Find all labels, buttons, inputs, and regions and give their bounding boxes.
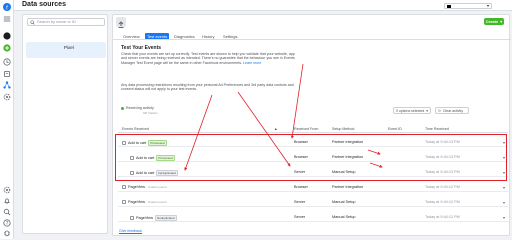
search-input[interactable]: Search by name or ID: [27, 18, 105, 26]
gear-icon[interactable]: [3, 186, 11, 194]
received-from-cell: Server: [294, 200, 306, 204]
search-icon: [30, 20, 35, 25]
clear-icon: ↻: [438, 108, 441, 113]
col-received-from: Received From: [294, 127, 319, 131]
event-type-icon: [122, 185, 126, 189]
section-title: Test Your Events: [121, 45, 162, 51]
table-header: Events Received ▲ Received From Setup Me…: [118, 125, 508, 133]
chevron-down-icon[interactable]: ▾: [503, 185, 505, 190]
time-received-cell: Today at 9:44:12 PM: [425, 200, 460, 204]
upload-icon[interactable]: [116, 17, 126, 28]
search-icon[interactable]: [3, 208, 11, 216]
chevron-down-icon[interactable]: ▾: [503, 200, 505, 205]
receiving-label: Receiving activity: [126, 106, 154, 110]
bug-icon[interactable]: [3, 229, 11, 237]
sidebar-item-pixel[interactable]: Pixel: [26, 42, 106, 58]
setup-method-cell: Manual Setup: [332, 200, 356, 204]
table-row[interactable]: PageView Custom event Browser Partner integ…: [118, 182, 508, 192]
col-events: Events Received: [122, 127, 149, 131]
clear-label: Clear activity: [442, 108, 463, 113]
page-title: Data sources: [22, 1, 66, 8]
list-icon[interactable]: [3, 70, 11, 78]
time-received-cell: Today at 9:44:12 PM: [425, 215, 460, 219]
received-from-cell: Browser: [294, 185, 308, 189]
top-header: Data sources ▾: [14, 0, 512, 11]
options-dropdown[interactable]: 0 options selected ▾: [393, 107, 431, 114]
plus-icon[interactable]: [3, 44, 11, 52]
status-badge: Custom event: [148, 185, 167, 189]
intro-paragraph: Check that your events are set up correc…: [121, 52, 295, 65]
event-name: PageView: [128, 185, 146, 189]
event-cell: PageView Custom event: [122, 200, 168, 204]
network-icon[interactable]: [3, 81, 11, 89]
table-row[interactable]: PageView Custom event Server Manual Setup To…: [118, 197, 508, 207]
left-rail: f ?: [0, 0, 14, 239]
data-source-sidebar: Search by name or ID Pixel: [22, 14, 108, 234]
event-type-icon: [122, 200, 126, 204]
receiving-sub: 0/0 Visitors: [143, 111, 158, 115]
status-badge: Custom event: [148, 200, 167, 204]
col-time-received: Time Received: [425, 127, 449, 131]
setup-method-cell: Manual Setup: [332, 215, 356, 219]
facebook-icon[interactable]: f: [3, 3, 11, 11]
clock-icon[interactable]: [3, 58, 11, 66]
col-event-id: Event ID: [388, 127, 402, 131]
event-name: PageView: [136, 216, 154, 220]
gear-icon[interactable]: [3, 93, 11, 101]
time-received-cell: Today at 9:44:12 PM: [425, 185, 460, 189]
bell-icon[interactable]: [3, 197, 11, 205]
restrictions-text: Any data processing restrictions resulti…: [121, 83, 294, 92]
intro-text: Check that your events are set up correc…: [121, 52, 301, 65]
account-avatar: [447, 5, 451, 8]
tab-divider: [113, 39, 511, 40]
event-type-icon: [130, 216, 134, 220]
sort-icon[interactable]: ▲: [274, 127, 278, 131]
setup-method-cell: Partner integration: [332, 185, 364, 189]
account-selector[interactable]: ▾: [444, 3, 492, 9]
chevron-down-icon: ▾: [426, 109, 428, 113]
learn-more-link[interactable]: Learn more: [243, 61, 261, 65]
chevron-down-icon: ▾: [500, 19, 503, 24]
menu-icon[interactable]: [3, 15, 11, 23]
give-feedback-link[interactable]: Give feedback: [119, 229, 142, 233]
create-label: Create: [485, 19, 499, 24]
received-from-cell: Server: [294, 215, 306, 219]
status-badge: Deduplicated: [155, 215, 177, 221]
sidebar-item-label: Pixel: [64, 45, 74, 50]
main-panel: Create ▾ Overview Test events Diagnostic…: [112, 14, 511, 236]
clear-activity-button[interactable]: ↻ Clear activity: [435, 107, 469, 114]
chevron-down-icon: ▾: [486, 3, 489, 8]
col-setup-method: Setup Method: [332, 127, 355, 131]
table-row[interactable]: PageView Deduplicated Server Manual Setup To…: [118, 212, 508, 222]
options-label: 0 options selected: [396, 109, 425, 113]
receiving-activity: Receiving activity: [121, 106, 154, 110]
help-icon[interactable]: ?: [3, 219, 11, 227]
event-name: PageView: [128, 200, 146, 204]
event-cell: PageView Custom event: [122, 185, 168, 189]
search-placeholder: Search by name or ID: [37, 19, 76, 24]
status-dot: [121, 106, 124, 110]
chevron-down-icon[interactable]: ▾: [503, 215, 505, 220]
highlight-box: [115, 134, 507, 181]
avatar-icon[interactable]: [3, 32, 11, 40]
create-button[interactable]: Create ▾: [484, 18, 504, 25]
event-cell: PageView Deduplicated: [130, 215, 177, 221]
